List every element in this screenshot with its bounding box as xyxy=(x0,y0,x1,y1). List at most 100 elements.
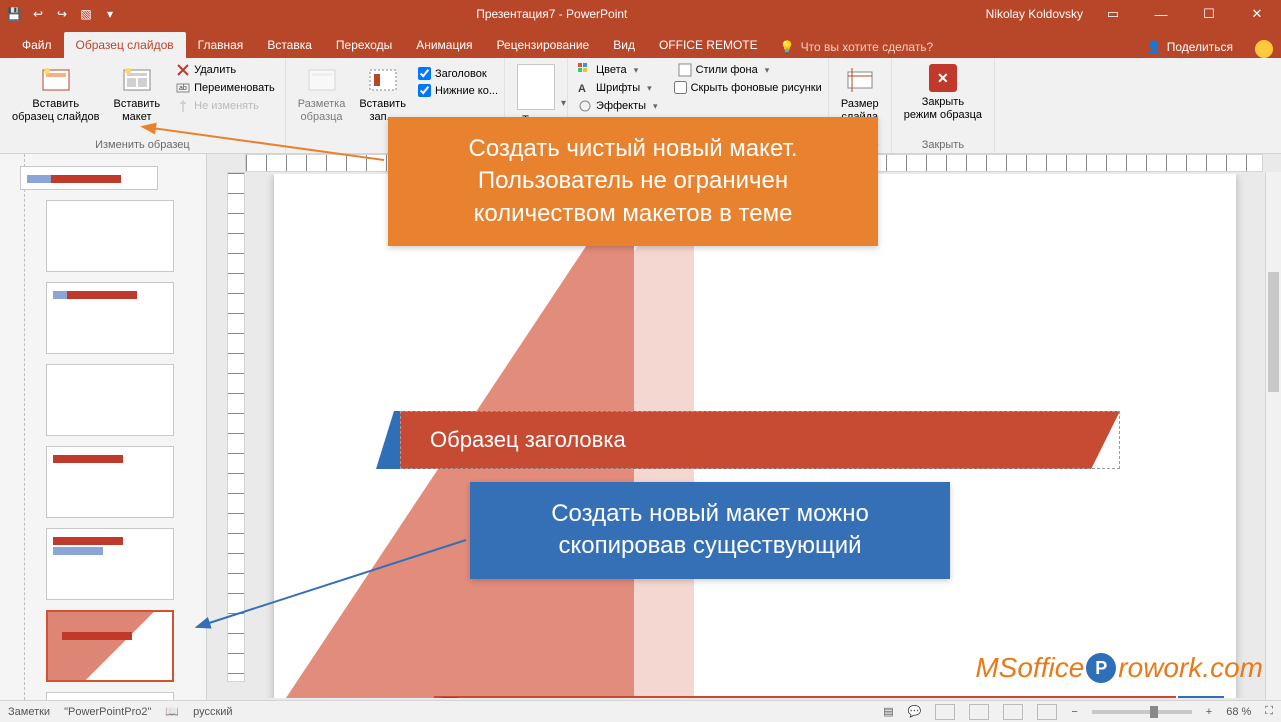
theme-gallery-icon xyxy=(517,64,555,110)
callout-blue: Создать новый макет можно скопировав сущ… xyxy=(470,482,950,579)
tell-me-search[interactable]: 💡 Что вы хотите сделать? xyxy=(770,36,944,58)
tab-animation[interactable]: Анимация xyxy=(404,32,484,58)
callout-orange: Создать чистый новый макет. Пользователь… xyxy=(388,117,878,246)
tab-insert[interactable]: Вставка xyxy=(255,32,324,58)
tab-home[interactable]: Главная xyxy=(186,32,256,58)
normal-view-button[interactable] xyxy=(935,704,955,720)
hide-bg-checkbox[interactable]: Скрыть фоновые рисунки xyxy=(674,81,822,94)
fit-to-window-button[interactable]: ⛶ xyxy=(1265,705,1273,718)
footers-checkbox[interactable]: Нижние ко... xyxy=(418,84,498,97)
group-close: ✕ Закрыть режим образца Закрыть xyxy=(892,58,995,153)
insert-layout-button[interactable]: Вставить макет xyxy=(107,62,166,125)
layout-thumbnail[interactable] xyxy=(46,282,174,354)
tab-file[interactable]: Файл xyxy=(10,32,64,58)
delete-button[interactable]: Удалить xyxy=(172,62,279,78)
document-title: Презентация7 - PowerPoint xyxy=(118,7,986,21)
layout-thumbnail[interactable] xyxy=(46,364,174,436)
effects-button[interactable]: Эффекты▾ xyxy=(574,98,662,114)
quick-access-toolbar: 💾 ↩ ↪ ▧ ▾ xyxy=(6,6,118,22)
zoom-slider[interactable] xyxy=(1092,710,1192,714)
pin-icon xyxy=(176,99,190,113)
placeholder-icon xyxy=(367,64,399,96)
preserve-button: Не изменять xyxy=(172,98,279,114)
slide-size-icon xyxy=(844,64,876,96)
sorter-view-button[interactable] xyxy=(969,704,989,720)
language-button[interactable]: русский xyxy=(193,706,232,718)
undo-icon[interactable]: ↩ xyxy=(30,6,46,22)
master-thumbnail[interactable] xyxy=(20,166,158,190)
qat-more-icon[interactable]: ▾ xyxy=(102,6,118,22)
powerpoint-logo-icon: P xyxy=(442,697,458,698)
zoom-handle[interactable] xyxy=(1150,706,1158,718)
bulb-icon: 💡 xyxy=(780,40,795,54)
bg-styles-icon xyxy=(678,63,692,77)
status-bar: Заметки "PowerPointPro2" 📖 русский ▤ 💬 −… xyxy=(0,700,1281,722)
start-show-icon[interactable]: ▧ xyxy=(78,6,94,22)
close-button[interactable]: ✕ xyxy=(1239,0,1275,28)
effects-icon xyxy=(578,99,592,113)
notes-button[interactable]: Заметки xyxy=(8,706,50,718)
notes-toggle-icon[interactable]: ▤ xyxy=(883,705,893,718)
svg-text:ab: ab xyxy=(179,85,187,92)
tab-transitions[interactable]: Переходы xyxy=(324,32,404,58)
emoji-feedback-icon[interactable] xyxy=(1255,40,1273,58)
tab-view[interactable]: Вид xyxy=(601,32,647,58)
layout-thumbnail[interactable] xyxy=(46,528,174,600)
slide-watermark: MSofficeProwork.com xyxy=(290,689,451,698)
close-icon: ✕ xyxy=(929,64,957,92)
spellcheck-icon[interactable]: 📖 xyxy=(165,705,179,718)
rename-button[interactable]: abПереименовать xyxy=(172,80,279,96)
ribbon-tabs: Файл Образец слайдов Главная Вставка Пер… xyxy=(0,28,1281,58)
title-bar: 💾 ↩ ↪ ▧ ▾ Презентация7 - PowerPoint Niko… xyxy=(0,0,1281,28)
template-name: "PowerPointPro2" xyxy=(64,706,151,718)
slide-footer[interactable]: PНижний колонтитул xyxy=(434,696,1176,698)
tab-review[interactable]: Рецензирование xyxy=(485,32,602,58)
master-layout-icon xyxy=(306,64,338,96)
zoom-out-button[interactable]: − xyxy=(1071,706,1077,718)
person-icon: 👤 xyxy=(1147,40,1162,54)
title-selection-outline xyxy=(400,411,1120,469)
slide[interactable]: Образец заголовка MSofficeProwork.com PН… xyxy=(274,174,1236,698)
zoom-in-button[interactable]: + xyxy=(1206,706,1212,718)
thumbnail-pane[interactable] xyxy=(0,154,207,700)
colors-icon xyxy=(578,63,592,77)
vertical-ruler xyxy=(227,172,245,682)
user-name: Nikolay Koldovsky xyxy=(986,7,1083,21)
group-label: Закрыть xyxy=(898,137,988,151)
maximize-button[interactable]: ☐ xyxy=(1191,0,1227,28)
layout-thumbnail[interactable] xyxy=(46,692,174,700)
layout-icon xyxy=(121,64,153,96)
slideshow-view-button[interactable] xyxy=(1037,704,1057,720)
watermark-p-icon: P xyxy=(1086,653,1116,683)
group-label: Изменить образец xyxy=(6,137,279,151)
share-label: Поделиться xyxy=(1167,40,1233,54)
insert-slide-master-button[interactable]: Вставить образец слайдов xyxy=(6,62,105,125)
redo-icon[interactable]: ↪ xyxy=(54,6,70,22)
svg-text:A: A xyxy=(578,83,586,95)
tab-office-remote[interactable]: OFFICE REMOTE xyxy=(647,32,770,58)
close-master-button[interactable]: ✕ Закрыть режим образца xyxy=(898,62,988,123)
fonts-button[interactable]: AШрифты▾ xyxy=(574,80,662,96)
zoom-percent[interactable]: 68 % xyxy=(1226,706,1251,718)
share-button[interactable]: 👤 Поделиться xyxy=(1135,36,1245,58)
rename-icon: ab xyxy=(176,81,190,95)
colors-button[interactable]: Цвета▾ xyxy=(574,62,662,78)
reading-view-button[interactable] xyxy=(1003,704,1023,720)
scrollbar-thumb[interactable] xyxy=(1268,272,1279,392)
minimize-button[interactable]: — xyxy=(1143,0,1179,28)
insert-placeholder-button[interactable]: Вставить зап... xyxy=(353,62,412,125)
tell-me-label: Что вы хотите сделать? xyxy=(801,40,934,54)
bg-styles-button[interactable]: Стили фона▾ xyxy=(674,62,822,78)
ribbon-options-icon[interactable]: ▭ xyxy=(1095,0,1131,28)
slide-master-icon xyxy=(40,64,72,96)
title-checkbox[interactable]: Заголовок xyxy=(418,67,498,80)
layout-thumbnail[interactable] xyxy=(46,446,174,518)
comments-icon[interactable]: 💬 xyxy=(908,705,922,718)
layout-thumbnail[interactable] xyxy=(46,200,174,272)
layout-thumbnail-selected[interactable] xyxy=(46,610,174,682)
tab-slide-master[interactable]: Образец слайдов xyxy=(64,32,186,58)
save-icon[interactable]: 💾 xyxy=(6,6,22,22)
master-layout-button[interactable]: Разметка образца xyxy=(292,62,352,125)
slide-canvas[interactable]: Образец заголовка MSofficeProwork.com PН… xyxy=(247,174,1263,698)
vertical-scrollbar[interactable] xyxy=(1265,172,1281,700)
